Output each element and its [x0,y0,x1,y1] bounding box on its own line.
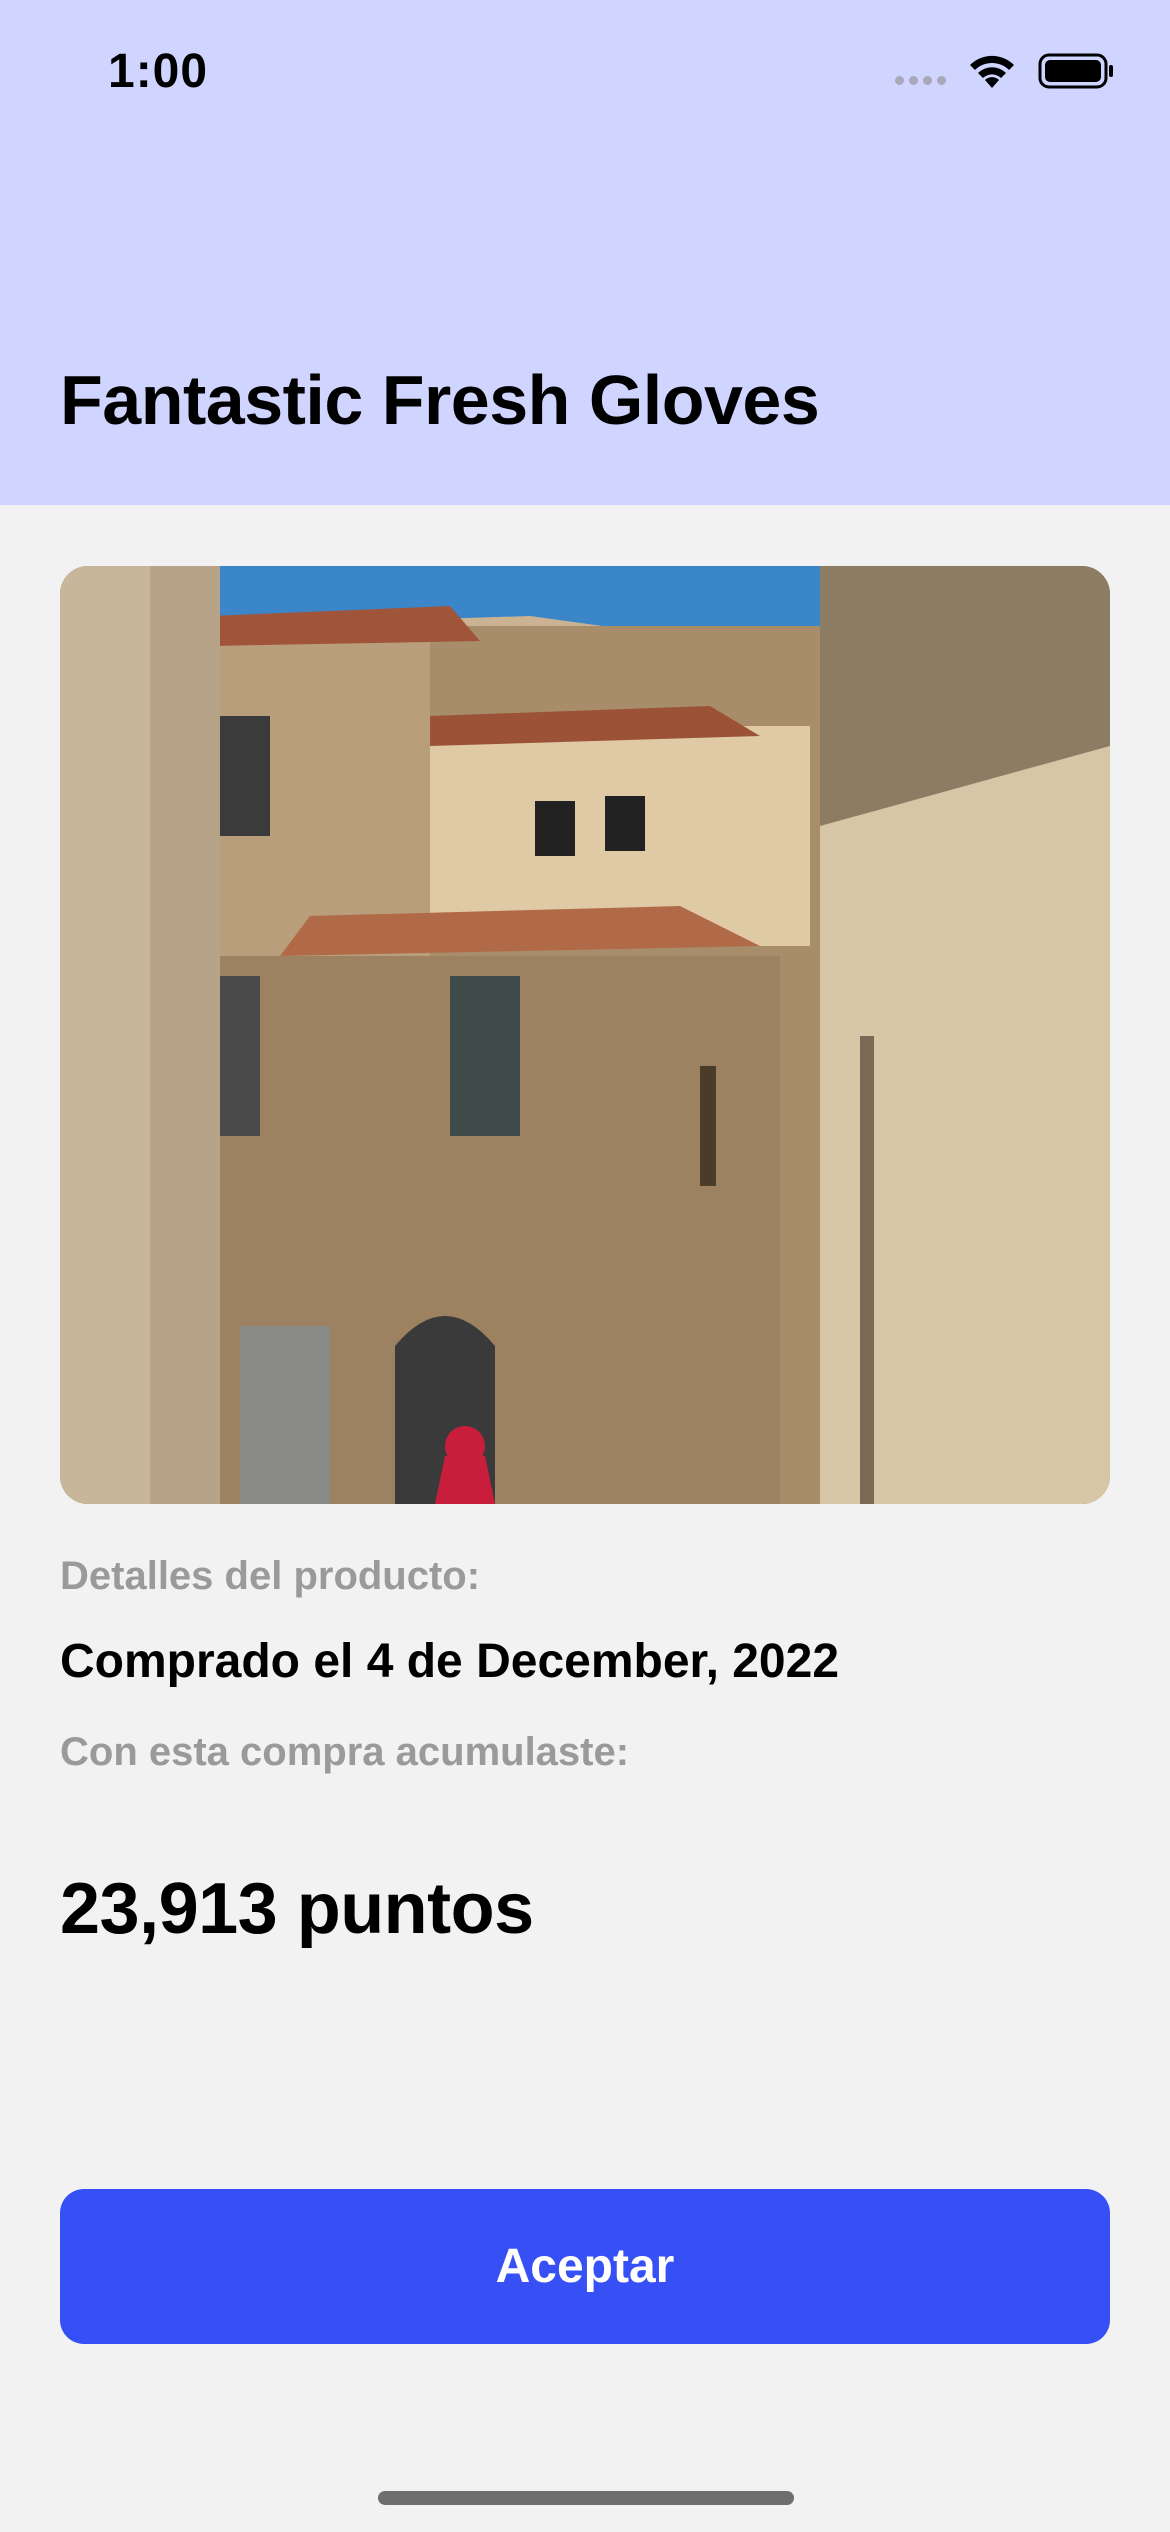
accept-button[interactable]: Aceptar [60,2189,1110,2344]
details-label: Detalles del producto: [60,1554,481,1598]
battery-icon [1038,53,1113,89]
wifi-icon [970,55,1014,88]
cellular-signal-icon [895,75,946,85]
page-title: Fantastic Fresh Gloves [60,361,820,439]
purchase-date: Comprado el 4 de December, 2022 [60,1635,840,1688]
home-indicator[interactable] [378,2491,794,2505]
product-image: DEST [60,566,1110,1504]
status-icons [895,52,1114,90]
status-time: 1:00 [108,45,209,98]
points-value: 23,913 puntos [60,1869,534,1949]
header: 1:00 Fantastic Fresh Gloves [0,0,1170,505]
accumulated-label: Con esta compra acumulaste: [60,1730,630,1774]
